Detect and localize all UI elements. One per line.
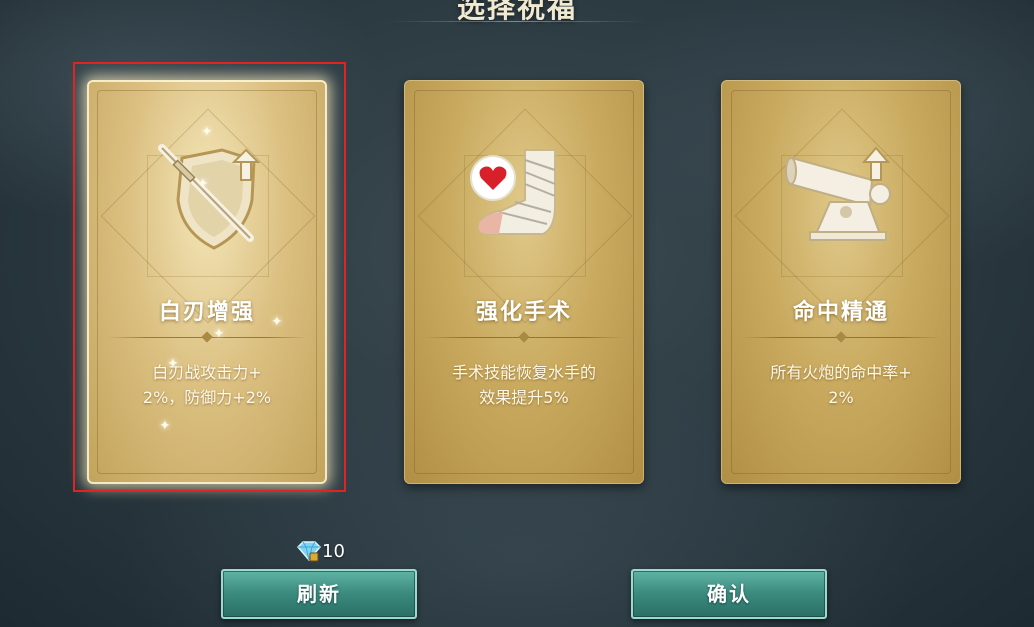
card-description-line: 2% bbox=[828, 388, 854, 407]
card-divider-gem bbox=[835, 331, 847, 343]
card-description-line: 所有火炮的命中率+ bbox=[770, 363, 912, 382]
selection-highlight bbox=[73, 62, 346, 492]
confirm-button[interactable]: 确认 bbox=[631, 569, 827, 619]
card-divider-gem bbox=[518, 331, 530, 343]
refresh-cost: 10 bbox=[296, 540, 345, 562]
card-title: 强化手术 bbox=[475, 300, 572, 325]
refresh-cost-amount: 10 bbox=[322, 540, 345, 562]
blessing-card-surgery[interactable]: 强化手术 手术技能恢复水手的 效果提升5% bbox=[404, 80, 644, 484]
card-description: 手术技能恢复水手的 效果提升5% bbox=[434, 360, 614, 410]
cannon-up-icon bbox=[785, 146, 891, 241]
card-description-line: 手术技能恢复水手的 bbox=[451, 363, 596, 382]
diamond-gem-icon bbox=[296, 541, 322, 562]
bandaged-foot-heart-icon bbox=[470, 149, 556, 235]
card-description-line: 效果提升5% bbox=[479, 388, 569, 407]
screen-title: 选择祝福 bbox=[456, 0, 577, 24]
card-title: 命中精通 bbox=[792, 300, 889, 325]
refresh-button[interactable]: 刷新 bbox=[221, 569, 417, 619]
blessing-card-accuracy[interactable]: 命中精通 所有火炮的命中率+ 2% bbox=[721, 80, 961, 484]
title-underline bbox=[390, 21, 644, 22]
card-description: 所有火炮的命中率+ 2% bbox=[751, 360, 931, 410]
